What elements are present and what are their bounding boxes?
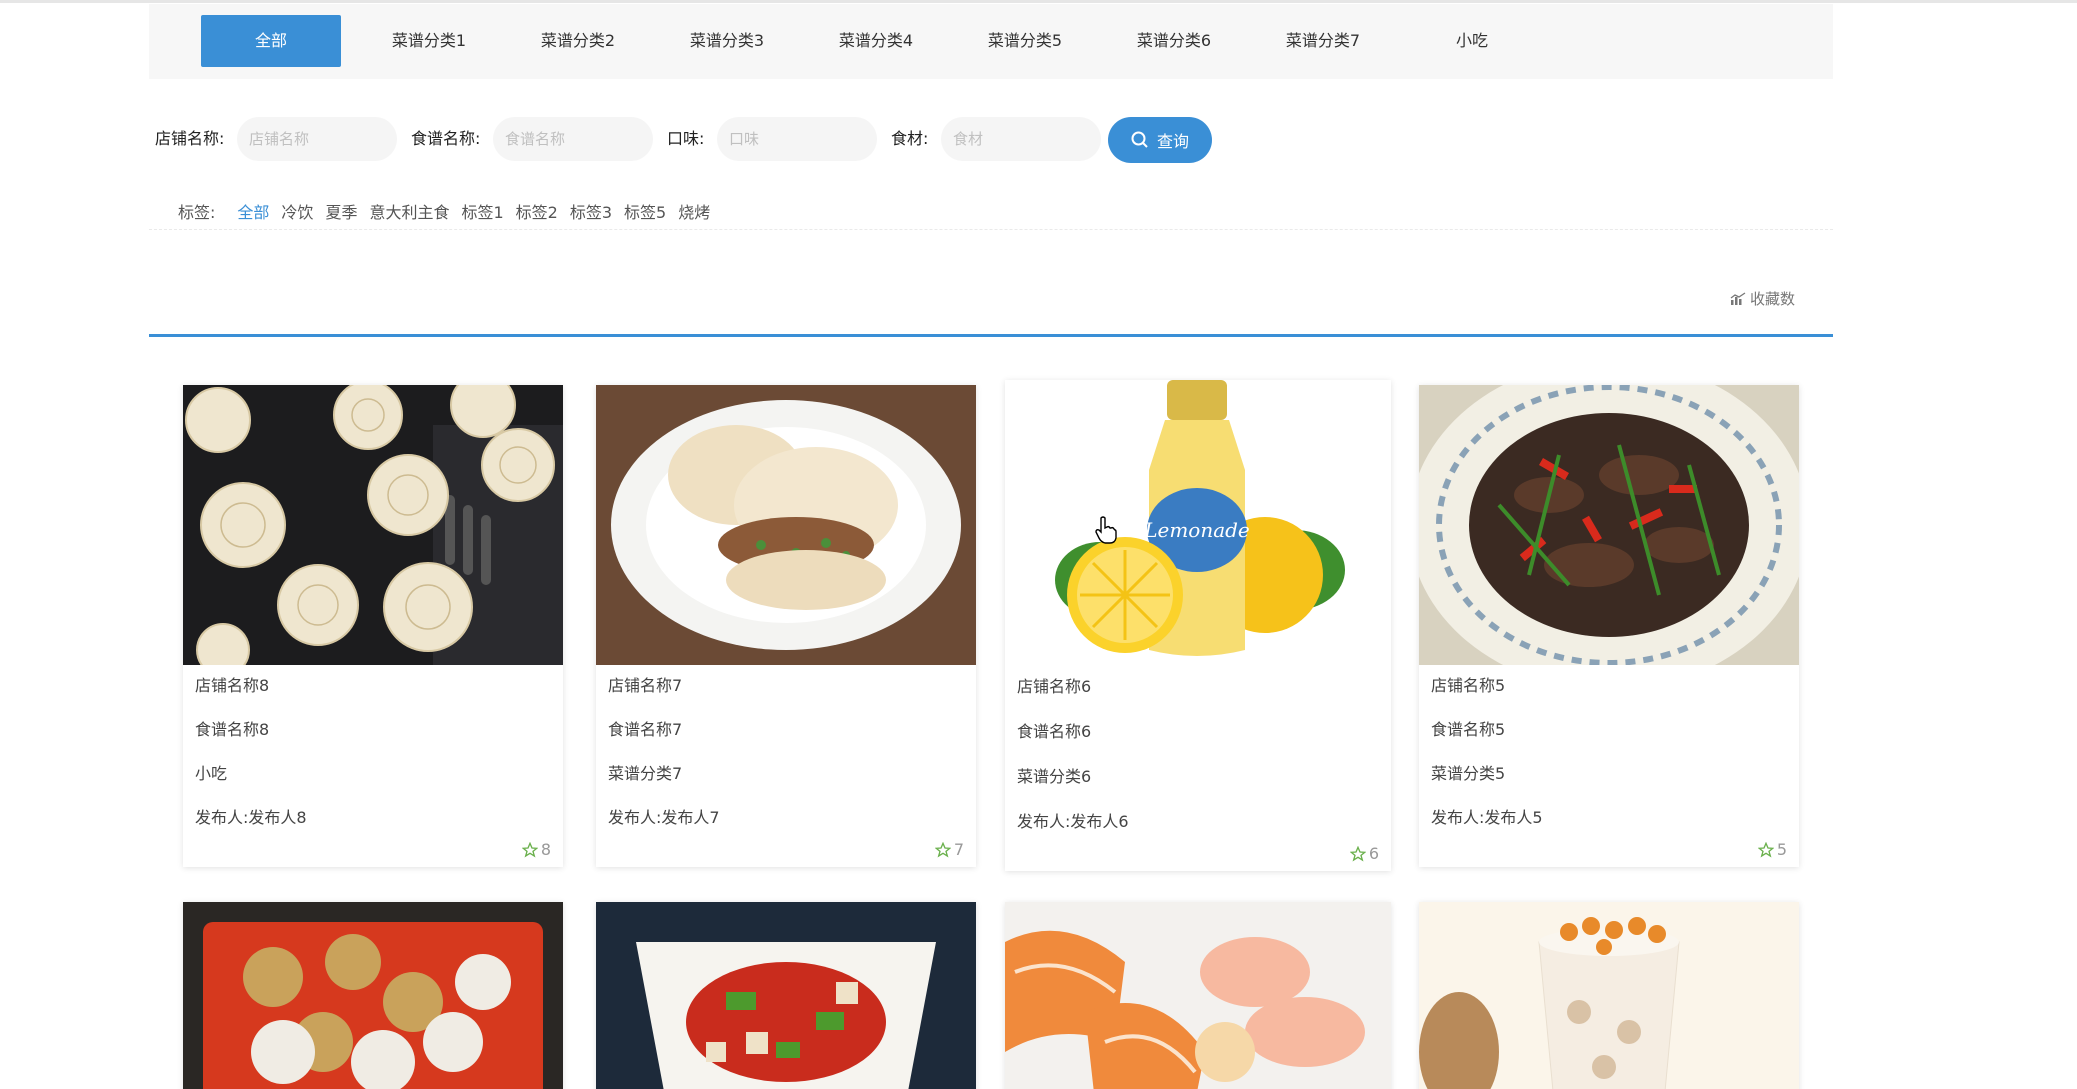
recipe-card[interactable] [1419, 902, 1799, 1089]
recipe-category: 菜谱分类5 [1431, 764, 1506, 783]
tag-cold-drink[interactable]: 冷饮 [281, 199, 313, 223]
tag-2[interactable]: 标签2 [516, 199, 558, 223]
recipe-card[interactable]: 店铺名称5 食谱名称5 菜谱分类5 发布人:发布人5 5 [1419, 385, 1799, 867]
tag-summer[interactable]: 夏季 [325, 199, 357, 223]
recipe-card[interactable] [596, 902, 976, 1089]
tag-italian[interactable]: 意大利主食 [369, 199, 449, 223]
taste-label: 口味: [667, 129, 705, 148]
recipe-image [1419, 902, 1799, 1089]
recipe-name: 食谱名称6 [1017, 722, 1092, 741]
publisher: 发布人:发布人8 [195, 808, 307, 827]
tag-1[interactable]: 标签1 [461, 199, 503, 223]
search-icon [1131, 131, 1148, 148]
taste-input[interactable] [717, 117, 877, 161]
favorites-value: 7 [953, 840, 964, 859]
tag-filter: 标签: 全部 冷饮 夏季 意大利主食 标签1 标签2 标签3 标签5 烧烤 [178, 198, 722, 224]
publisher: 发布人:发布人7 [608, 808, 720, 827]
search-button-label: 查询 [1156, 132, 1189, 151]
category-tab-2[interactable]: 菜谱分类2 [508, 15, 648, 67]
recipe-name: 食谱名称8 [195, 720, 270, 739]
category-bar: 全部 菜谱分类1 菜谱分类2 菜谱分类3 菜谱分类4 菜谱分类5 菜谱分类6 菜… [149, 4, 1833, 79]
recipe-image [183, 385, 563, 665]
recipe-card[interactable] [183, 902, 563, 1089]
chart-icon [1730, 291, 1746, 305]
star-icon [1349, 845, 1366, 861]
recipe-image [596, 902, 976, 1089]
shop-name-label: 店铺名称: [155, 129, 225, 148]
favorites-value: 5 [1776, 840, 1787, 859]
recipe-category: 菜谱分类6 [1017, 767, 1092, 786]
hand-cursor-icon [1095, 516, 1117, 544]
favorites-value: 6 [1368, 844, 1379, 863]
recipe-image [1419, 385, 1799, 665]
recipe-category: 小吃 [195, 764, 228, 783]
recipe-name-label: 食谱名称: [411, 129, 481, 148]
star-icon [1757, 841, 1774, 857]
recipe-name: 食谱名称7 [608, 720, 683, 739]
divider [149, 229, 1833, 230]
favorites-count: 6 [1349, 844, 1379, 863]
svg-text:Lemonade: Lemonade [1143, 518, 1250, 542]
recipe-name-input[interactable] [493, 117, 653, 161]
recipe-card[interactable]: 店铺名称8 食谱名称8 小吃 发布人:发布人8 8 [183, 385, 563, 867]
publisher: 发布人:发布人6 [1017, 812, 1129, 831]
top-border [0, 0, 2077, 3]
ingredient-label: 食材: [891, 129, 929, 148]
sort-by-favorites[interactable]: 收藏数 [1730, 288, 1795, 309]
shop-name-input[interactable] [237, 117, 397, 161]
shop-name: 店铺名称8 [195, 676, 270, 695]
recipe-card[interactable]: 店铺名称7 食谱名称7 菜谱分类7 发布人:发布人7 7 [596, 385, 976, 867]
favorites-value: 8 [540, 840, 551, 859]
recipe-image [1005, 902, 1391, 1089]
favorites-count: 8 [521, 840, 551, 859]
category-tab-5[interactable]: 菜谱分类5 [955, 15, 1095, 67]
star-icon [521, 841, 538, 857]
section-divider [149, 334, 1833, 337]
recipe-card[interactable] [1005, 902, 1391, 1089]
search-button[interactable]: 查询 [1108, 117, 1212, 163]
category-tab-snack[interactable]: 小吃 [1402, 15, 1542, 67]
recipe-card[interactable]: Lemonade 店铺名称6 食谱名称6 菜谱分类6 发布人:发布人6 6 [1005, 380, 1391, 871]
category-tab-1[interactable]: 菜谱分类1 [359, 15, 499, 67]
shop-name: 店铺名称7 [608, 676, 683, 695]
category-tab-3[interactable]: 菜谱分类3 [657, 15, 797, 67]
tag-3[interactable]: 标签3 [570, 199, 612, 223]
favorites-count: 7 [934, 840, 964, 859]
recipe-image [183, 902, 563, 1089]
tag-5[interactable]: 标签5 [624, 199, 666, 223]
recipe-image: Lemonade [1005, 380, 1391, 666]
tag-bbq[interactable]: 烧烤 [678, 199, 710, 223]
search-filters: 店铺名称: 食谱名称: 口味: 食材: 查询 [149, 115, 1249, 165]
star-icon [934, 841, 951, 857]
recipe-image [596, 385, 976, 665]
recipe-category: 菜谱分类7 [608, 764, 683, 783]
sort-favorites-label: 收藏数 [1750, 290, 1796, 308]
tags-label: 标签: [178, 203, 216, 222]
shop-name: 店铺名称6 [1017, 677, 1092, 696]
tag-all[interactable]: 全部 [237, 199, 269, 223]
ingredient-input[interactable] [941, 117, 1101, 161]
recipe-name: 食谱名称5 [1431, 720, 1506, 739]
category-tab-6[interactable]: 菜谱分类6 [1104, 15, 1244, 67]
favorites-count: 5 [1757, 840, 1787, 859]
category-tab-4[interactable]: 菜谱分类4 [806, 15, 946, 67]
category-tab-all[interactable]: 全部 [201, 15, 341, 67]
category-tab-7[interactable]: 菜谱分类7 [1253, 15, 1393, 67]
publisher: 发布人:发布人5 [1431, 808, 1543, 827]
shop-name: 店铺名称5 [1431, 676, 1506, 695]
